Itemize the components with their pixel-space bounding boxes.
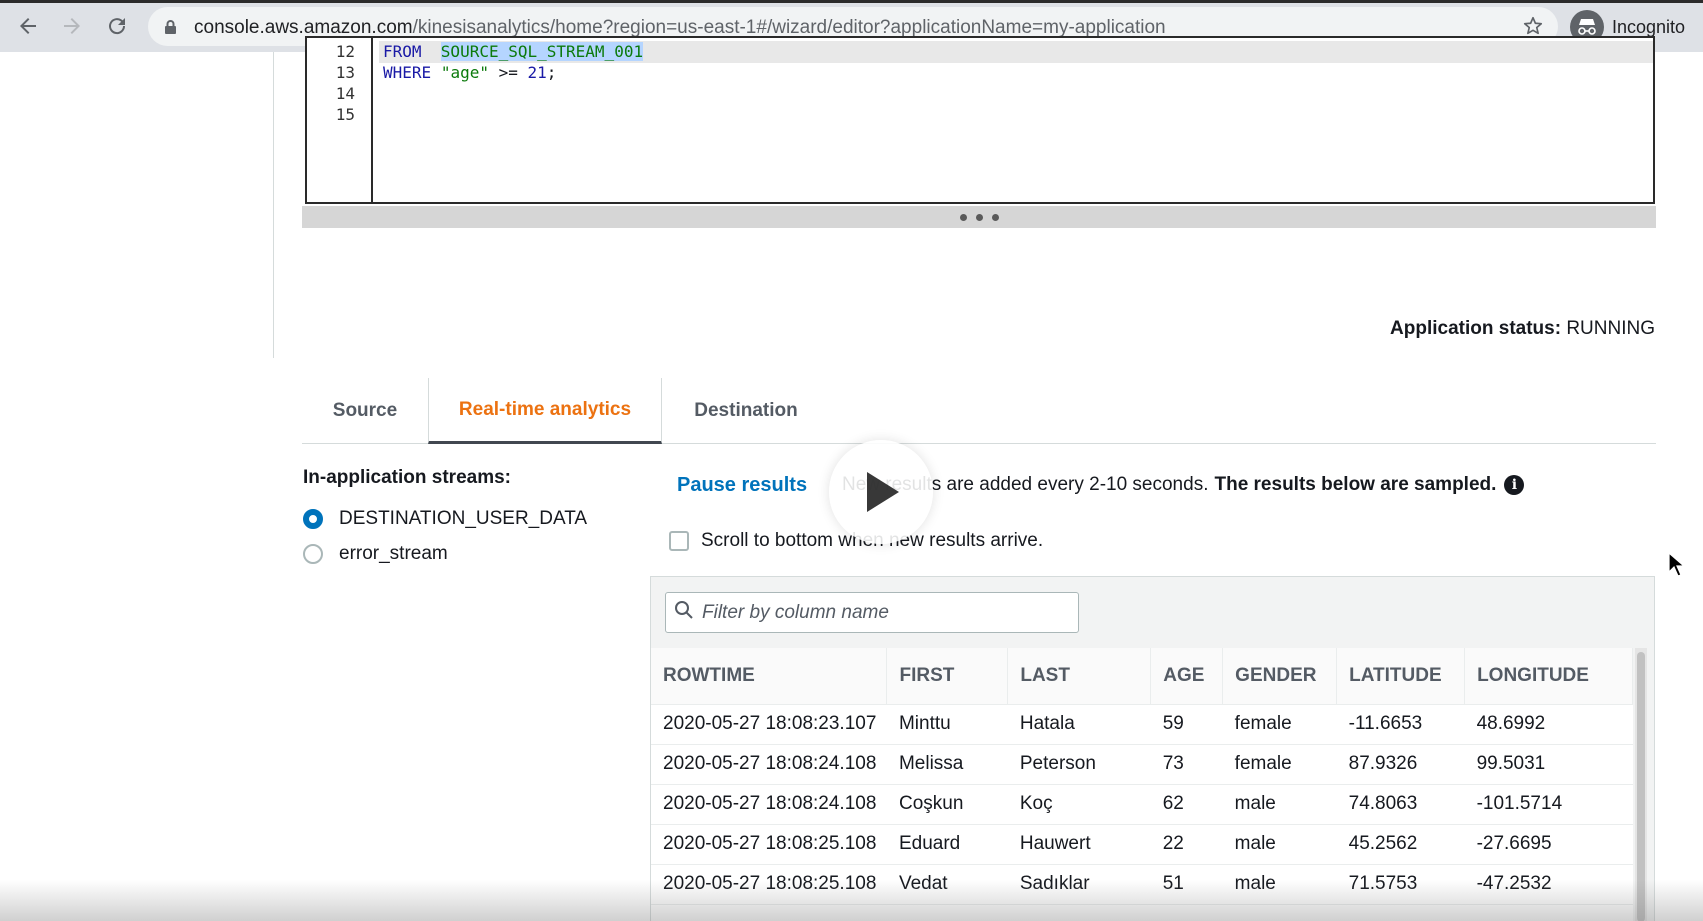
table-row: 2020-05-27 18:08:24.108 Coşkun Koç 62 ma… — [651, 784, 1633, 825]
tab-real-time-analytics[interactable]: Real-time analytics — [428, 378, 662, 444]
scroll-checkbox[interactable] — [669, 531, 689, 551]
cell-rowtime: 2020-05-27 18:08:24.108 — [651, 784, 887, 825]
tab-destination[interactable]: Destination — [662, 378, 830, 444]
stream-option-label: DESTINATION_USER_DATA — [339, 508, 588, 529]
sql-editor[interactable]: 12 13 14 15 FROM SOURCE_SQL_STREAM_001 W… — [305, 36, 1655, 204]
cell-last: Peterson — [1007, 744, 1151, 785]
cell-longitude: -101.5714 — [1464, 784, 1633, 825]
cell-longitude: -27.6695 — [1464, 824, 1633, 865]
results-panel: ROWTIME FIRST LAST AGE GENDER LATITUDE L… — [650, 576, 1655, 921]
results-table-wrapper: ROWTIME FIRST LAST AGE GENDER LATITUDE L… — [651, 648, 1633, 921]
incognito-label: Incognito — [1612, 16, 1686, 37]
cell-age: 62 — [1150, 784, 1223, 825]
play-button[interactable] — [829, 440, 933, 544]
cell-gender: male — [1222, 784, 1337, 825]
search-icon — [674, 600, 694, 625]
radio-unselected[interactable] — [303, 544, 323, 564]
cell-gender: female — [1222, 704, 1337, 745]
line-number: 15 — [335, 105, 355, 124]
back-arrow-icon[interactable] — [13, 11, 43, 41]
line-number: 14 — [335, 84, 355, 103]
line-number: 13 — [335, 63, 355, 82]
column-filter[interactable] — [665, 592, 1079, 633]
cell-latitude: 71.5753 — [1336, 864, 1465, 905]
cell-age: 22 — [1150, 824, 1223, 865]
cell-rowtime: 2020-05-27 18:08:23.107 — [651, 704, 887, 745]
info-icon[interactable]: i — [1504, 475, 1525, 495]
pause-results-link[interactable]: Pause results — [677, 474, 807, 497]
table-row: 2020-05-27 18:08:24.108 Melissa Peterson… — [651, 744, 1633, 785]
cell-age: 73 — [1150, 744, 1223, 785]
column-header-gender[interactable]: GENDER — [1222, 648, 1338, 705]
table-row: 2020-05-27 18:08:23.107 Minttu Hatala 59… — [651, 704, 1633, 745]
cell-rowtime: 2020-05-27 18:08:24.108 — [651, 744, 887, 785]
forward-arrow-icon[interactable] — [57, 11, 87, 41]
cell-gender: male — [1222, 824, 1337, 865]
cell-first: Vedat — [886, 864, 1008, 905]
cell-last: Koç — [1007, 784, 1151, 825]
application-status: Application status: RUNNING — [1390, 318, 1655, 339]
cell-latitude: 74.8063 — [1336, 784, 1465, 825]
column-header-longitude[interactable]: LONGITUDE — [1464, 648, 1633, 705]
radio-selected[interactable] — [303, 509, 323, 529]
lock-icon — [164, 19, 177, 40]
stream-option-destination-user-data[interactable]: DESTINATION_USER_DATA — [303, 508, 587, 530]
cell-age: 59 — [1150, 704, 1223, 745]
table-scrollbar[interactable] — [1635, 648, 1647, 921]
reload-icon[interactable] — [102, 11, 132, 41]
code-area[interactable]: FROM SOURCE_SQL_STREAM_001 WHERE "age" >… — [379, 38, 1653, 202]
cell-age: 51 — [1150, 864, 1223, 905]
cell-last: Hauwert — [1007, 824, 1151, 865]
play-icon — [867, 472, 899, 512]
mouse-cursor-icon — [1668, 551, 1686, 583]
tab-strip-edge — [0, 0, 1703, 3]
cell-gender: female — [1222, 744, 1337, 785]
table-row: 2020-05-27 18:08:25.108 Eduard Hauwert 2… — [651, 824, 1633, 865]
code-line: WHERE "age" >= 21; — [383, 63, 557, 82]
column-header-latitude[interactable]: LATITUDE — [1336, 648, 1466, 705]
cell-first: Eduard — [886, 824, 1008, 865]
cell-first: Minttu — [886, 704, 1008, 745]
stream-option-error-stream[interactable]: error_stream — [303, 543, 448, 565]
cell-gender: male — [1222, 864, 1337, 905]
table-row: 2020-05-27 18:08:25.108 Vedat Sadıklar 5… — [651, 864, 1633, 905]
cell-last: Sadıklar — [1007, 864, 1151, 905]
page: console.aws.amazon.com/kinesisanalytics/… — [0, 0, 1703, 921]
scrollbar-thumb[interactable] — [1637, 652, 1645, 921]
column-header-first[interactable]: FIRST — [886, 648, 1009, 705]
column-header-age[interactable]: AGE — [1150, 648, 1224, 705]
cell-longitude: 99.5031 — [1464, 744, 1633, 785]
results-table: ROWTIME FIRST LAST AGE GENDER LATITUDE L… — [651, 648, 1633, 905]
tab-source[interactable]: Source — [302, 378, 428, 444]
cell-longitude: -47.2532 — [1464, 864, 1633, 905]
streams-heading: In-application streams: — [303, 467, 511, 488]
column-header-last[interactable]: LAST — [1007, 648, 1152, 705]
cell-rowtime: 2020-05-27 18:08:25.108 — [651, 864, 887, 905]
line-number: 12 — [335, 42, 355, 61]
code-line: FROM SOURCE_SQL_STREAM_001 — [383, 42, 644, 61]
column-filter-input[interactable] — [702, 601, 1062, 624]
cell-latitude: 45.2562 — [1336, 824, 1465, 865]
line-number-gutter: 12 13 14 15 — [307, 38, 373, 202]
cell-rowtime: 2020-05-27 18:08:25.108 — [651, 824, 887, 865]
cell-latitude: 87.9326 — [1336, 744, 1465, 785]
cell-last: Hatala — [1007, 704, 1151, 745]
cell-first: Coşkun — [886, 784, 1008, 825]
editor-resize-handle[interactable] — [302, 206, 1656, 228]
analytics-tabs: Source Real-time analytics Destination — [302, 378, 1656, 444]
results-info: New results are added every 2-10 seconds… — [842, 474, 1525, 496]
column-header-rowtime[interactable]: ROWTIME — [651, 648, 888, 705]
sidebar-divider — [273, 52, 274, 358]
cell-longitude: 48.6992 — [1464, 704, 1633, 745]
table-header-row: ROWTIME FIRST LAST AGE GENDER LATITUDE L… — [651, 648, 1633, 705]
cell-first: Melissa — [886, 744, 1008, 785]
stream-option-label: error_stream — [339, 543, 448, 564]
cell-latitude: -11.6653 — [1336, 704, 1465, 745]
